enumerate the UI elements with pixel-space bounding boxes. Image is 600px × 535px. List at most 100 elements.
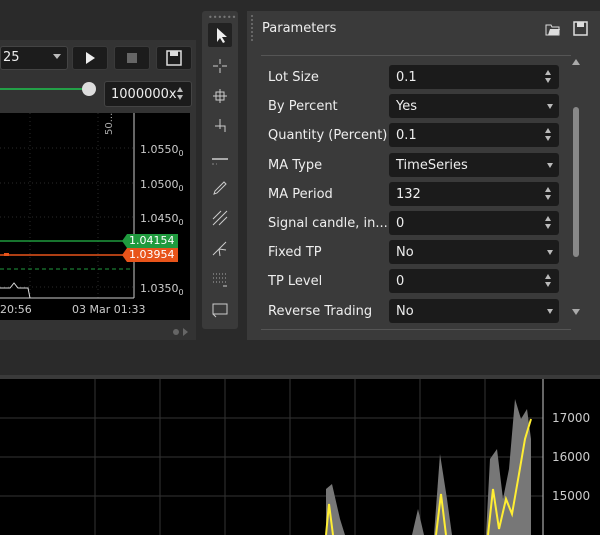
speed-slider[interactable] [0, 82, 96, 96]
param-value-field[interactable]: No [389, 298, 559, 323]
grip-icon[interactable]: •••••• [208, 14, 236, 22]
pencil-icon[interactable] [208, 176, 232, 200]
price-tag-orange: 1.03954 [122, 248, 178, 262]
chevron-down-icon[interactable] [547, 162, 553, 168]
spinner-icon[interactable] [177, 86, 185, 102]
stop-button[interactable] [114, 46, 150, 70]
chevron-down-icon[interactable] [53, 54, 61, 59]
param-value: Yes [396, 99, 417, 115]
measure-icon[interactable] [208, 114, 232, 138]
param-row: Signal candle, in... 0 [261, 209, 571, 238]
param-value: 0 [396, 274, 405, 290]
param-value-field[interactable]: TimeSeries [389, 152, 559, 177]
y-tick: 1.04500 [140, 212, 184, 228]
param-row: Reverse Trading No [261, 297, 571, 326]
param-value-field[interactable]: No [389, 240, 559, 265]
param-row: TP Level 0 [261, 267, 571, 296]
save-button[interactable] [156, 46, 192, 70]
spinner-icon[interactable] [545, 69, 553, 85]
param-label: Signal candle, in... [268, 216, 388, 231]
param-label: TP Level [268, 274, 323, 290]
stop-icon [127, 53, 137, 63]
spinner-icon[interactable] [545, 273, 553, 289]
chevron-down-icon[interactable] [547, 104, 553, 110]
divider [261, 329, 571, 330]
scroll-thumb[interactable] [573, 107, 579, 257]
parameters-header: Parameters [247, 11, 600, 45]
param-value: No [396, 303, 414, 319]
cursor-icon[interactable] [208, 23, 232, 47]
price-chart[interactable]: 1.05500 1.05000 1.04500 1.03500 50... 1.… [0, 113, 190, 320]
param-row: MA Type TimeSeries [261, 151, 571, 180]
save-icon [166, 50, 182, 66]
spinner-icon[interactable] [545, 215, 553, 231]
grip-icon[interactable] [251, 15, 257, 41]
param-row: By Percent Yes [261, 92, 571, 121]
scroll-up-icon[interactable] [572, 59, 580, 65]
y-tick: 15000 [552, 489, 591, 503]
param-label: Fixed TP [268, 245, 322, 261]
param-label: MA Type [268, 157, 323, 173]
param-value: 0 [396, 216, 405, 231]
parameters-grid: Lot Size 0.1 By Percent Yes Quantity (Percen… [261, 55, 571, 330]
price-tag-green: 1.04154 [122, 234, 178, 248]
multiplier-value: 1000000x [111, 87, 177, 102]
x-tick: 03 Mar 01:33 [72, 303, 146, 316]
param-row: Quantity (Percent) 0.1 [261, 121, 571, 150]
horizontal-line-icon[interactable] [208, 148, 232, 172]
price-green-label: 1.04154 [129, 234, 175, 247]
equity-chart[interactable]: 17000 16000 15000 [0, 375, 600, 535]
fibonacci-icon[interactable] [208, 206, 232, 230]
y-tick: 1.05500 [140, 143, 184, 159]
y-tick: 16000 [552, 450, 591, 464]
price-orange-label: 1.03954 [129, 248, 175, 261]
save-icon[interactable] [573, 21, 588, 36]
play-button[interactable] [72, 46, 108, 70]
y-tick: 1.05000 [140, 178, 184, 194]
open-folder-icon[interactable] [545, 22, 561, 36]
param-label: Reverse Trading [268, 303, 373, 319]
crosshair-magnet-icon[interactable] [208, 84, 232, 108]
play-icon [86, 52, 95, 64]
chevron-down-icon[interactable] [547, 308, 553, 314]
slider-track [0, 88, 88, 90]
param-value: 132 [396, 186, 421, 202]
param-value: No [396, 245, 414, 261]
scroll-down-icon[interactable] [572, 309, 580, 315]
fib-levels-icon[interactable] [208, 268, 232, 292]
scale-label: 50... [104, 112, 115, 135]
x-tick: 20:56 [0, 303, 32, 316]
drawing-toolbar: •••••• [202, 11, 238, 329]
param-row: Lot Size 0.1 [261, 63, 571, 92]
param-label: Lot Size [268, 70, 319, 85]
param-row: MA Period 132 [261, 180, 571, 209]
speed-input[interactable]: 25 [0, 46, 68, 70]
multiplier-input[interactable]: 1000000x [104, 81, 192, 107]
param-label: MA Period [268, 186, 333, 202]
equity-chart-canvas [0, 379, 544, 535]
param-value-field[interactable]: 0 [389, 269, 559, 294]
param-label: Quantity (Percent) [268, 128, 388, 144]
panel-title: Parameters [262, 21, 337, 36]
param-value: 0.1 [396, 70, 417, 85]
param-value-field[interactable]: 0.1 [389, 65, 559, 89]
scrollbar[interactable] [569, 55, 583, 325]
rectangle-icon[interactable] [208, 297, 232, 321]
param-value: 0.1 [396, 128, 417, 144]
pitchfork-icon[interactable] [208, 236, 232, 260]
chevron-down-icon[interactable] [547, 250, 553, 256]
param-value: TimeSeries [396, 157, 468, 173]
spinner-icon[interactable] [545, 127, 553, 143]
param-value-field[interactable]: Yes [389, 94, 559, 119]
slider-knob[interactable] [82, 82, 96, 96]
crosshair-icon[interactable] [208, 54, 232, 78]
param-label: By Percent [268, 99, 338, 115]
param-value-field[interactable]: 0 [389, 211, 559, 235]
spinner-icon[interactable] [545, 186, 553, 202]
scroll-dots-icon[interactable] [171, 322, 191, 336]
param-value-field[interactable]: 0.1 [389, 123, 559, 148]
y-tick: 17000 [552, 411, 591, 425]
y-tick: 1.03500 [140, 282, 184, 298]
param-value-field[interactable]: 132 [389, 181, 559, 206]
speed-value: 25 [3, 50, 20, 65]
